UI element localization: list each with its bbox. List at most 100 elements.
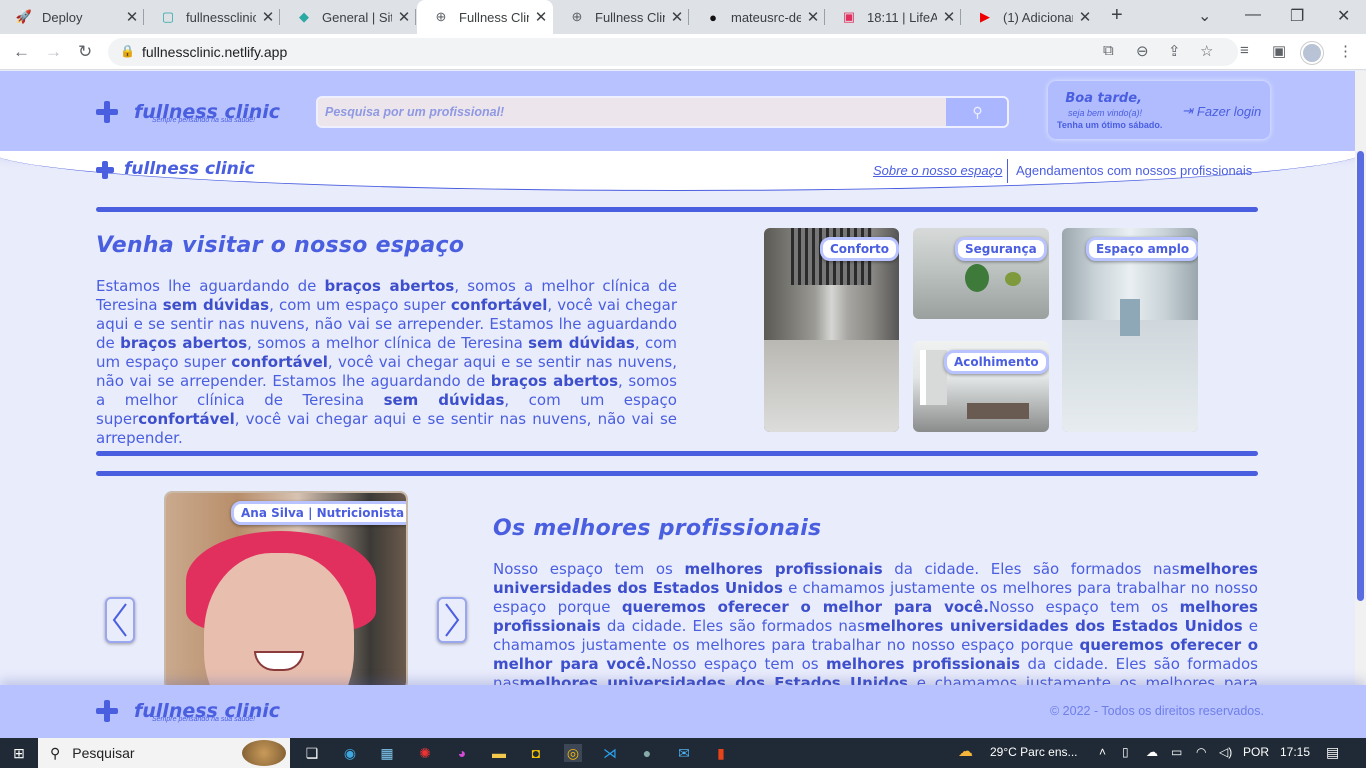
app-orb-icon[interactable]: ● [638,744,656,762]
photo-lobby: Segurança [913,228,1049,319]
professional-card[interactable]: Ana Silva | Nutricionista [166,493,406,685]
login-link[interactable]: ⇥ Fazer login [1182,103,1261,119]
weather-text[interactable]: 29°C Parc ens... [990,745,1078,759]
forward-icon[interactable]: → [45,42,62,62]
menu-kebab-icon[interactable]: ⋮ [1338,42,1353,60]
search-highlight-icon [242,740,286,766]
chevron-left-icon [112,603,127,637]
close-tab-icon[interactable]: ✕ [120,8,144,26]
section-divider [96,207,1258,212]
notifications-icon[interactable]: ▤ [1326,744,1339,761]
tab-title: Deploy [42,9,83,25]
search-bar: ⚲ [316,96,1009,128]
restore-icon[interactable]: ❐ [1290,6,1304,26]
onedrive-icon[interactable]: ☁ [1146,745,1158,759]
omnibox[interactable]: 🔒 fullnessclinic.netlify.app [108,38,1238,66]
secondary-nav: fullness clinic Sobre o nosso espaço Age… [0,151,1355,191]
task-view-icon[interactable]: ❏ [303,744,321,762]
tab-lifeat[interactable]: ▣ 18:11 | LifeAt ✕ [825,0,961,34]
visit-paragraph: Estamos lhe aguardando de braços abertos… [96,277,678,447]
carousel-prev-button[interactable] [105,597,135,643]
photo-tag-conforto: Conforto [820,237,899,261]
tab-fullnessclinic-netlify[interactable]: ▢ fullnessclinic- ✕ [144,0,280,34]
office-icon[interactable]: ▮ [712,744,730,762]
tab-github[interactable]: ● mateusrc-dev ✕ [689,0,825,34]
app-red-icon[interactable]: ✺ [416,744,434,762]
taskbar-search[interactable]: ⚲ Pesquisar [38,738,290,768]
clock[interactable]: 17:15 [1280,745,1310,759]
netlify-icon: ▢ [161,9,175,24]
globe-icon: ⊕ [435,9,447,24]
tab-title: 18:11 | LifeAt [867,9,937,25]
battery-icon[interactable]: ▭ [1171,745,1182,759]
tab-title: (1) Adicionar [1003,9,1073,25]
search-button[interactable]: ⚲ [946,98,1007,126]
tab-search-chevron-icon[interactable]: ⌄ [1198,6,1211,26]
nav-schedule-link[interactable]: Agendamentos com nossos profissionais [1016,163,1252,178]
tab-fullness-clinic[interactable]: ⊕ Fullness Clinic ✕ [553,0,689,34]
page-scrollbar[interactable] [1355,71,1366,685]
reading-list-icon[interactable]: ≡ [1240,42,1249,59]
scrollbar-thumb[interactable] [1357,151,1364,601]
reload-icon[interactable]: ↻ [78,42,92,62]
tray-chevron-icon[interactable]: ˄ [1099,745,1106,759]
cross-icon [96,700,118,722]
share-icon[interactable]: ⇪ [1168,42,1181,60]
photo-office: Acolhimento [913,341,1049,432]
site-header: fullness clinic Sempre pensando na sua s… [0,71,1355,151]
language-indicator[interactable]: POR [1243,745,1269,759]
file-explorer-icon[interactable]: ▬ [490,744,508,762]
site-logo[interactable]: fullness clinic Sempre pensando na sua s… [96,101,280,124]
vscode-icon[interactable]: ⋊ [601,744,619,762]
close-tab-icon[interactable]: ✕ [1073,8,1097,26]
tab-title: Fullness Clinic [595,9,665,25]
tab-title: fullnessclinic- [186,9,256,25]
url-text[interactable]: fullnessclinic.netlify.app [142,44,287,60]
translate-icon[interactable]: ⧉ [1103,42,1114,59]
close-tab-icon[interactable]: ✕ [392,8,416,26]
photo-hallway: Espaço amplo [1062,228,1198,432]
tab-youtube[interactable]: ▶ (1) Adicionar ✕ [961,0,1097,34]
footer-logo[interactable]: fullness clinic Sempre pensando na sua s… [96,700,280,723]
tab-deploy[interactable]: 🚀 Deploy ✕ [0,0,144,34]
close-tab-icon[interactable]: ✕ [665,8,689,26]
close-tab-icon[interactable]: ✕ [256,8,280,26]
lock-icon[interactable]: 🔒 [120,44,135,58]
github-icon: ● [709,9,717,25]
tab-fullness-clinic-active[interactable]: ⊕ Fullness Clinic ✕ [417,0,553,34]
volume-icon[interactable]: ◁) [1219,745,1232,759]
carousel-next-button[interactable] [437,597,467,643]
edge-icon[interactable]: ◉ [341,744,359,762]
chrome-icon[interactable]: ◎ [564,744,582,762]
app-pink-icon[interactable]: ◕ [453,744,471,762]
close-window-icon[interactable]: ✕ [1337,6,1350,26]
bookmark-star-icon[interactable]: ☆ [1200,42,1213,60]
copyright-text: © 2022 - Todos os direitos reservados. [1050,704,1264,718]
windows-start-icon[interactable]: ⊞ [10,744,28,762]
close-tab-icon[interactable]: ✕ [937,8,961,26]
back-icon[interactable]: ← [13,42,30,62]
tab-general-site[interactable]: ◆ General | Site ✕ [280,0,416,34]
tray-device-icon[interactable]: ▯ [1122,745,1129,759]
side-panel-icon[interactable]: ▣ [1272,42,1286,60]
greeting-text: Boa tarde, [1065,91,1142,106]
profile-avatar[interactable] [1301,42,1323,64]
wifi-icon[interactable]: ◠ [1196,745,1206,759]
cross-icon [96,101,118,123]
close-tab-icon[interactable]: ✕ [801,8,825,26]
secondary-logo[interactable]: fullness clinic [96,160,255,179]
new-tab-icon[interactable]: + [1111,4,1123,27]
store-icon[interactable]: ▦ [378,744,396,762]
mail-icon[interactable]: ✉ [675,744,693,762]
zoom-icon[interactable]: ⊖ [1136,42,1149,60]
search-input[interactable] [318,98,946,126]
address-bar: ← → ↻ 🔒 fullnessclinic.netlify.app ⧉ ⊖ ⇪… [0,34,1366,70]
nav-about-link[interactable]: Sobre o nosso espaço [873,163,1002,178]
close-tab-icon[interactable]: ✕ [529,8,553,26]
welcome-text: seja bem vindo(a)! [1067,108,1142,118]
youtube-icon: ▶ [980,9,990,24]
professional-name-tag: Ana Silva | Nutricionista [231,501,406,525]
app-yellow-icon[interactable]: ◘ [527,744,545,762]
minimize-icon[interactable]: — [1245,6,1261,24]
photo-tag-acolhimento: Acolhimento [944,350,1049,374]
